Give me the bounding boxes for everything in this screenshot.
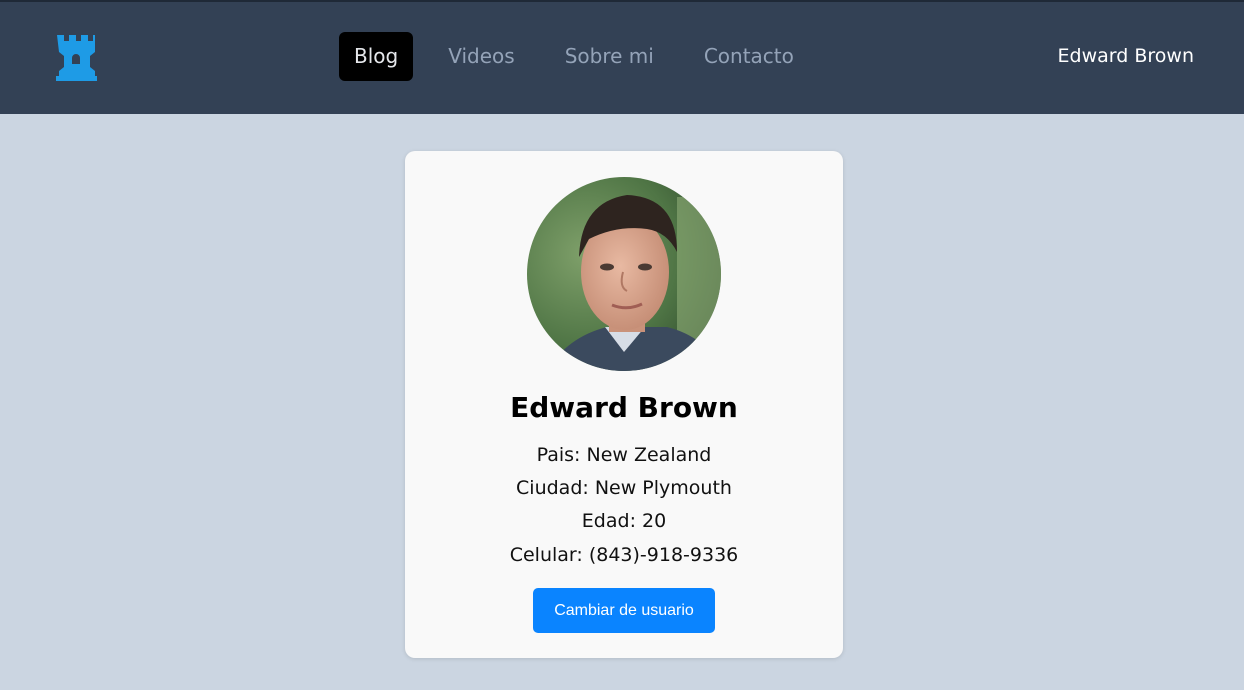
nav-link-blog[interactable]: Blog <box>339 32 414 81</box>
profile-city: Ciudad: New Plymouth <box>516 477 732 499</box>
profile-card: Edward Brown Pais: New Zealand Ciudad: N… <box>405 151 843 658</box>
profile-country: Pais: New Zealand <box>536 444 712 466</box>
nav-link-sobre-mi[interactable]: Sobre mi <box>550 32 669 81</box>
profile-phone: Celular: (843)-918-9336 <box>509 544 739 566</box>
profile-avatar <box>527 177 721 371</box>
nav-user-name[interactable]: Edward Brown <box>1058 32 1194 81</box>
profile-name: Edward Brown <box>510 391 738 424</box>
top-navbar: Blog Videos Sobre mi Contacto Edward Bro… <box>0 0 1244 114</box>
nav-link-contacto[interactable]: Contacto <box>689 32 809 81</box>
switch-user-button[interactable]: Cambiar de usuario <box>533 588 715 633</box>
main-nav: Blog Videos Sobre mi Contacto <box>339 32 819 81</box>
nav-link-videos[interactable]: Videos <box>433 32 529 81</box>
profile-age: Edad: 20 <box>581 510 667 532</box>
rook-tower-icon[interactable] <box>55 33 98 81</box>
